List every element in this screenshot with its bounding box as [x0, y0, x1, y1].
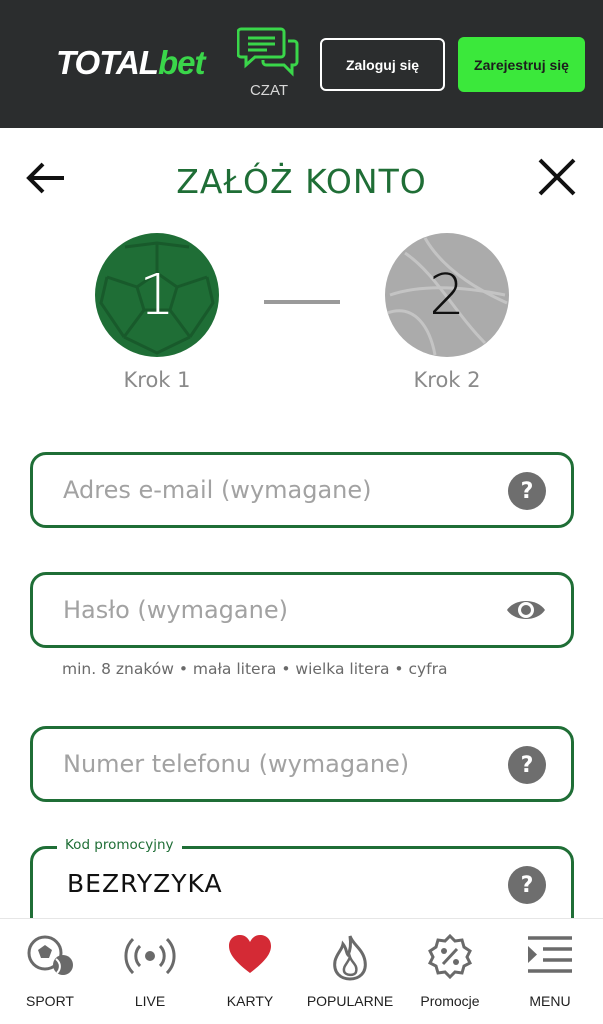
nav-label-live: LIVE: [134, 993, 166, 1009]
chat-button[interactable]: CZAT: [236, 26, 302, 102]
totalbet-logo[interactable]: TOTAL bet: [56, 44, 205, 84]
step-2-number: 2: [429, 262, 465, 328]
login-button[interactable]: Zaloguj się: [320, 38, 445, 91]
step-1-indicator: 1: [95, 233, 219, 357]
eye-icon[interactable]: [505, 595, 547, 625]
heart-icon: [229, 935, 271, 973]
logo-total-text: TOTAL: [56, 44, 159, 81]
nav-label-karty: KARTY: [226, 993, 274, 1009]
nav-label-popularne: POPULARNE: [306, 993, 394, 1009]
email-placeholder: Adres e-mail (wymagane): [63, 476, 372, 504]
step-1-number: 1: [139, 262, 175, 328]
percent-badge-icon: [427, 933, 473, 979]
register-button[interactable]: Zarejestruj się: [458, 37, 585, 92]
top-header: TOTAL bet CZAT Zaloguj się Zarejestruj s…: [0, 0, 603, 128]
phone-placeholder: Numer telefonu (wymagane): [63, 750, 410, 778]
email-help-icon[interactable]: ?: [508, 472, 546, 510]
close-button[interactable]: [536, 156, 578, 198]
promo-code-label: Kod promocyjny: [57, 837, 182, 853]
page-title: ZAŁÓŻ KONTO: [176, 162, 427, 201]
chat-bubbles-icon: [237, 27, 299, 77]
close-icon: [538, 158, 576, 196]
step-2-label: Krok 2: [413, 368, 481, 392]
menu-icon: [528, 936, 572, 973]
password-requirements-hint: min. 8 znaków • mała litera • wielka lit…: [62, 660, 448, 678]
promo-help-icon[interactable]: ?: [508, 866, 546, 904]
steps-connector: [264, 300, 340, 304]
nav-label-menu: MENU: [529, 993, 571, 1009]
phone-help-icon[interactable]: ?: [508, 746, 546, 784]
nav-item-live[interactable]: LIVE: [100, 919, 200, 1024]
password-placeholder: Hasło (wymagane): [63, 596, 288, 624]
flame-icon: [333, 935, 367, 981]
nav-item-popularne[interactable]: POPULARNE: [300, 919, 400, 1024]
live-broadcast-icon: [124, 937, 176, 975]
logo-bet-text: bet: [157, 44, 205, 81]
email-field[interactable]: Adres e-mail (wymagane) ?: [30, 452, 574, 528]
nav-item-promocje[interactable]: Promocje: [400, 919, 500, 1024]
nav-label-sport: SPORT: [26, 993, 74, 1009]
chat-label: CZAT: [249, 82, 289, 99]
promo-code-value: BEZRYZYKA: [67, 869, 223, 898]
phone-field[interactable]: Numer telefonu (wymagane) ?: [30, 726, 574, 802]
step-2-indicator: 2: [385, 233, 509, 357]
nav-item-sport[interactable]: SPORT: [0, 919, 100, 1024]
password-field[interactable]: Hasło (wymagane): [30, 572, 574, 648]
step-1-label: Krok 1: [123, 368, 191, 392]
nav-label-promocje: Promocje: [420, 993, 480, 1009]
bottom-navigation: SPORT LIVE KARTY POPULARNE Promocje MENU: [0, 918, 603, 1024]
nav-item-menu[interactable]: MENU: [500, 919, 600, 1024]
sport-balls-icon: [27, 935, 73, 975]
nav-item-karty[interactable]: KARTY: [200, 919, 300, 1024]
